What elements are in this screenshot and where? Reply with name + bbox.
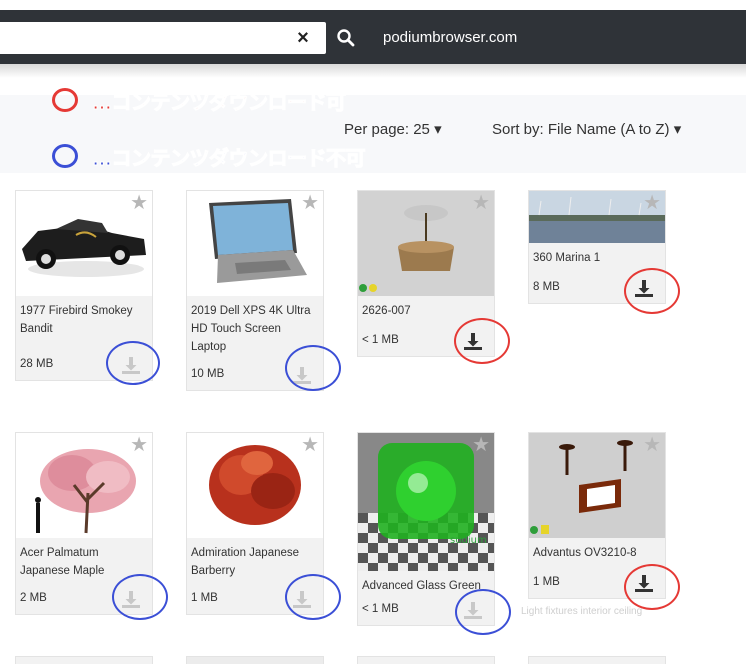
file-size: 10 MB [191,368,225,380]
download-icon[interactable] [120,354,142,376]
thumbnail-barberry[interactable]: ★ [187,433,323,538]
thumbnail-glass[interactable]: sudium ★ [358,433,494,571]
legend-downloadable-text: …コンテンツダウンロード可 [92,91,347,114]
asset-title[interactable]: 2019 Dell XPS 4K Ultra HD Touch Screen L… [187,296,323,360]
asset-footer: 10 MB [187,360,323,390]
glass-logo-text: sudium [450,535,487,546]
download-icon[interactable] [462,330,484,352]
download-icon[interactable] [462,599,484,621]
favorite-star-icon[interactable]: ★ [643,435,661,455]
asset-card[interactable]: ★ Admiration Japanese Barberry 1 MB [186,432,324,615]
divider [0,64,746,78]
sort-dropdown[interactable]: Sort by: File Name (A to Z) ▾ [492,120,681,138]
per-page-dropdown[interactable]: Per page: 25 ▾ [344,120,442,138]
top-bar: × podiumbrowser.com [0,10,746,64]
red-circle-icon [52,88,78,112]
asset-title[interactable]: Advanced Glass Green [358,571,494,595]
favorite-star-icon[interactable]: ★ [301,435,319,455]
asset-title[interactable]: Acer Palmatum Japanese Maple [16,538,152,584]
thumbnail-advantus-lamp[interactable]: ★ [529,433,665,538]
asset-footer: 1 MB [187,584,323,614]
download-icon[interactable] [291,588,313,610]
asset-card[interactable]: ★ 1977 Firebird Smokey Bandit 28 MB [15,190,153,381]
file-size: < 1 MB [362,603,399,615]
favorite-star-icon[interactable]: ★ [130,435,148,455]
asset-card[interactable]: ★ 360 Marina 1 8 MB [528,190,666,304]
download-icon[interactable] [120,588,142,610]
favorite-star-icon[interactable]: ★ [643,193,661,213]
asset-title[interactable]: Advantus OV3210-8 [529,538,665,568]
download-icon[interactable] [633,277,655,299]
asset-card[interactable]: sudium ★ Advanced Glass Green < 1 MB [357,432,495,626]
thumbnail-pendant-lamp[interactable]: ★ [358,191,494,296]
legend-not-downloadable-text: …コンテンツダウンロード不可 [92,147,367,170]
search-icon[interactable] [336,28,356,48]
clear-search-button[interactable]: × [290,26,316,50]
favorite-star-icon[interactable]: ★ [472,193,490,213]
asset-footer: < 1 MB [358,595,494,625]
thumbnail-laptop[interactable]: ★ [187,191,323,296]
thumbnail-marina[interactable]: ★ [529,191,665,243]
thumbnail-maple[interactable]: ★ [16,433,152,538]
asset-card[interactable]: ★ 2626-007 < 1 MB [357,190,495,357]
legend-not-downloadable: …コンテンツダウンロード不可 [52,140,367,172]
asset-footer: 8 MB [529,273,665,303]
favorite-star-icon[interactable]: ★ [301,193,319,213]
asset-title[interactable]: 1977 Firebird Smokey Bandit [16,296,152,350]
asset-title[interactable]: Admiration Japanese Barberry [187,538,323,584]
asset-title[interactable]: 360 Marina 1 [529,243,665,273]
download-icon[interactable] [291,364,313,386]
file-size: 1 MB [533,576,560,588]
asset-footer: 28 MB [16,350,152,380]
file-size: 2 MB [20,592,47,604]
download-icon[interactable] [633,572,655,594]
asset-title[interactable]: 2626-007 [358,296,494,326]
asset-card[interactable]: ★ Acer Palmatum Japanese Maple 2 MB [15,432,153,615]
asset-footer: 2 MB [16,584,152,614]
asset-footer: < 1 MB [358,326,494,356]
asset-card-partial[interactable] [186,656,324,664]
favorite-star-icon[interactable]: ★ [130,193,148,213]
site-url[interactable]: podiumbrowser.com [383,28,517,48]
blue-circle-icon [52,144,78,168]
thumbnail-firebird[interactable]: ★ [16,191,152,296]
file-size: < 1 MB [362,334,399,346]
file-size: 8 MB [533,281,560,293]
asset-card[interactable]: ★ 2019 Dell XPS 4K Ultra HD Touch Screen… [186,190,324,391]
legend-downloadable: …コンテンツダウンロード可 [52,84,346,116]
asset-card-partial[interactable] [15,656,153,664]
favorite-star-icon[interactable]: ★ [472,435,490,455]
faded-tags: Light fixtures interior ceiling [521,606,643,617]
search-input[interactable]: × [0,22,326,54]
asset-card[interactable]: ★ Advantus OV3210-8 1 MB [528,432,666,599]
asset-card-partial[interactable] [357,656,495,664]
asset-footer: 1 MB [529,568,665,598]
asset-card-partial[interactable] [528,656,666,664]
file-size: 28 MB [20,358,54,370]
file-size: 1 MB [191,592,218,604]
